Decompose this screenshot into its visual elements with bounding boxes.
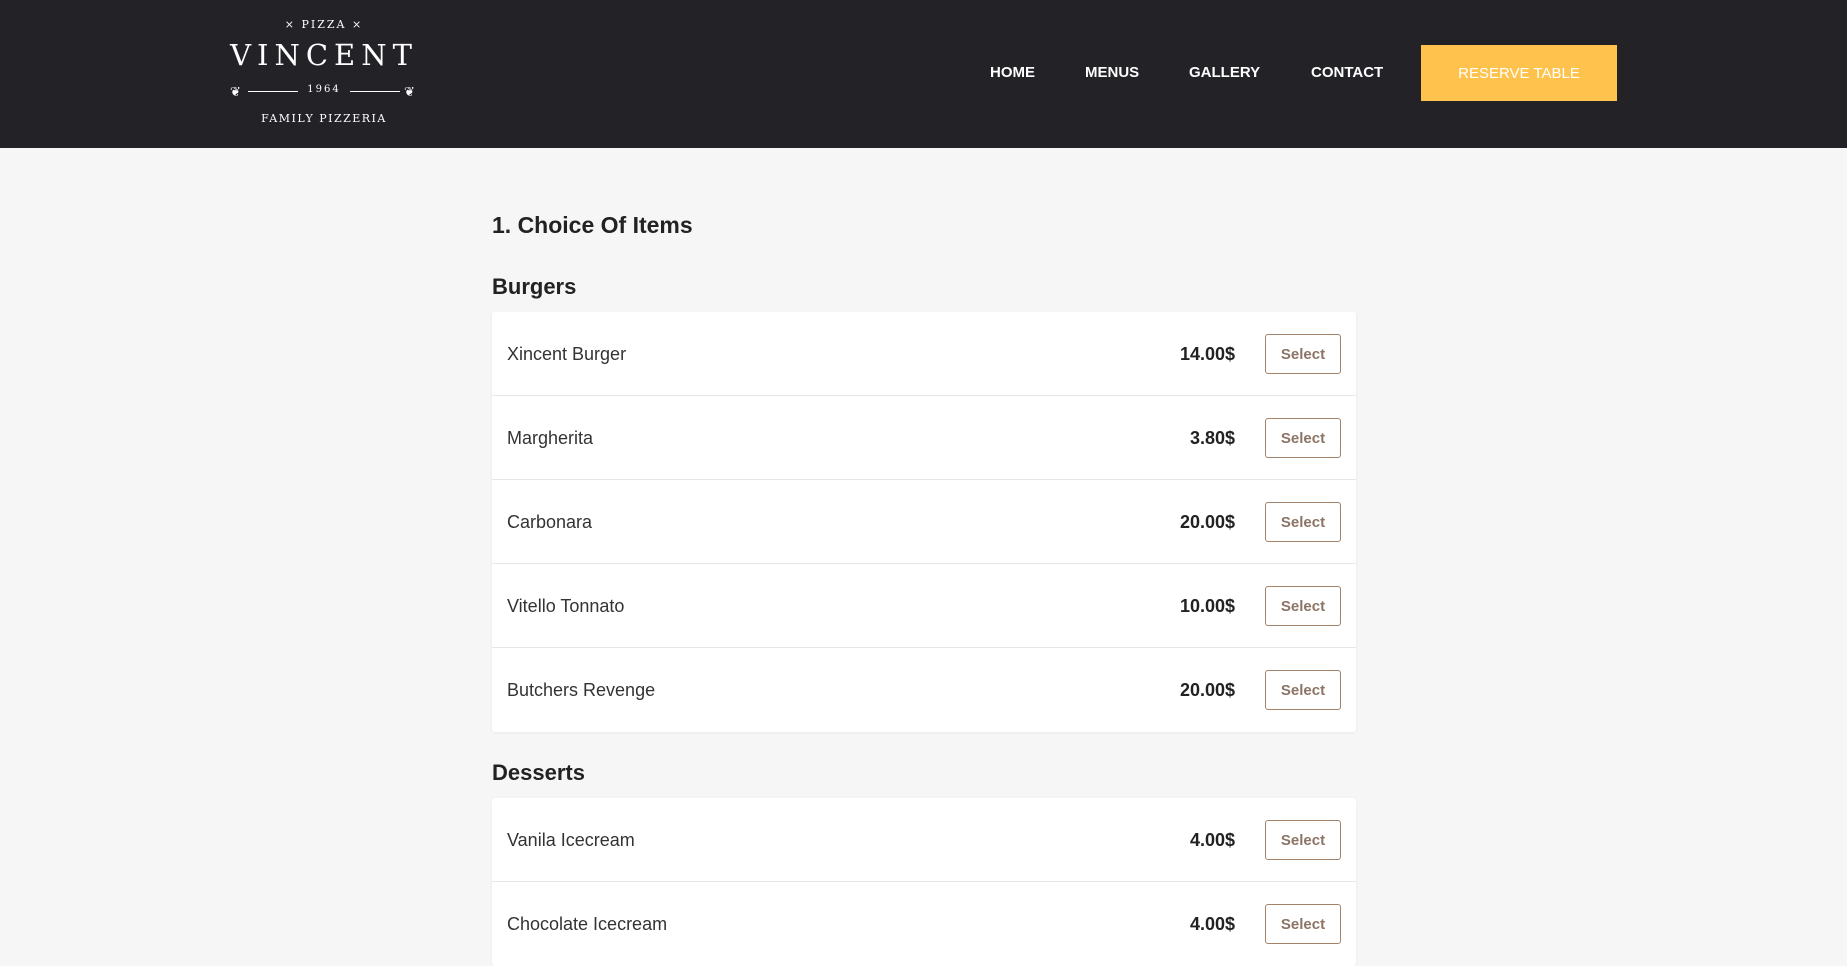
section-title: 1. Choice Of Items: [492, 212, 693, 238]
item-name: Xincent Burger: [507, 344, 627, 364]
item-name: Carbonara: [507, 512, 593, 532]
select-button[interactable]: Select: [1265, 502, 1341, 542]
select-button[interactable]: Select: [1265, 334, 1341, 374]
site-header: × PIZZA × VINCENT ❦ 1964 ❦ FAMILY PIZZER…: [0, 0, 1847, 148]
item-price: 14.00$: [1179, 344, 1235, 364]
item-name: Margherita: [507, 428, 594, 448]
select-button[interactable]: Select: [1265, 586, 1341, 626]
item-price: 4.00$: [1189, 830, 1235, 850]
nav-gallery[interactable]: GALLERY: [1189, 58, 1260, 88]
item-name: Vitello Tonnato: [507, 596, 625, 616]
nav-contact[interactable]: CONTACT: [1311, 58, 1383, 88]
item-price: 10.00$: [1179, 596, 1235, 616]
reserve-table-button[interactable]: RESERVE TABLE: [1421, 45, 1617, 101]
item-price: 4.00$: [1189, 914, 1235, 934]
select-button[interactable]: Select: [1265, 820, 1341, 860]
nav-home[interactable]: HOME: [990, 58, 1035, 88]
item-name: Chocolate Icecream: [507, 914, 668, 934]
leaf-right-icon: ❦: [404, 84, 415, 99]
menu-card-desserts: Vanila Icecream 4.00$ Select Chocolate I…: [492, 798, 1356, 966]
menu-card-burgers: Xincent Burger 14.00$ Select Margherita …: [492, 312, 1356, 732]
select-button[interactable]: Select: [1265, 418, 1341, 458]
logo-tagline: FAMILY PIZZERIA: [261, 112, 387, 125]
category-title-burgers: Burgers: [492, 274, 577, 299]
menu-item-row: Chocolate Icecream 4.00$ Select: [492, 882, 1356, 966]
menu-item-row: Xincent Burger 14.00$ Select: [492, 312, 1356, 396]
logo-year: 1964: [307, 84, 341, 95]
item-price: 3.80$: [1189, 428, 1235, 448]
logo-top-text: × PIZZA ×: [284, 18, 364, 31]
logo-divider-right: [350, 91, 400, 92]
menu-item-row: Vanila Icecream 4.00$ Select: [492, 798, 1356, 882]
menu-item-row: Carbonara 20.00$ Select: [492, 480, 1356, 564]
item-name: Butchers Revenge: [507, 680, 656, 700]
logo-name: VINCENT: [230, 38, 418, 72]
select-button[interactable]: Select: [1265, 904, 1341, 944]
menu-item-row: Vitello Tonnato 10.00$ Select: [492, 564, 1356, 648]
select-button[interactable]: Select: [1265, 670, 1341, 710]
item-price: 20.00$: [1179, 512, 1235, 532]
category-title-desserts: Desserts: [492, 760, 585, 785]
menu-item-row: Margherita 3.80$ Select: [492, 396, 1356, 480]
item-price: 20.00$: [1179, 680, 1235, 700]
item-name: Vanila Icecream: [507, 830, 635, 850]
brand-logo[interactable]: × PIZZA × VINCENT ❦ 1964 ❦ FAMILY PIZZER…: [228, 16, 420, 130]
menu-item-row: Butchers Revenge 20.00$ Select: [492, 648, 1356, 732]
nav-menus[interactable]: MENUS: [1085, 58, 1139, 88]
